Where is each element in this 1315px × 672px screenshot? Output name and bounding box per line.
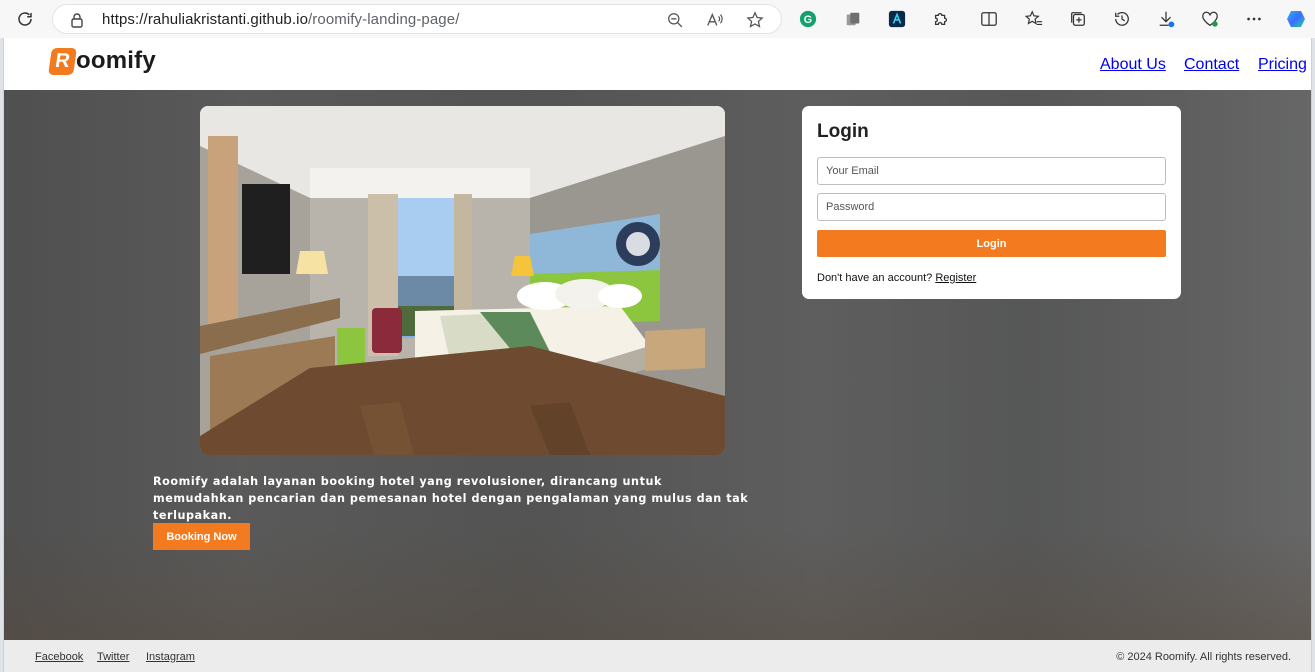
hero-description: Roomify adalah layanan booking hotel yan…: [153, 475, 749, 522]
hero-section: Roomify adalah layanan booking hotel yan…: [4, 90, 1311, 640]
grammarly-extension-icon[interactable]: G: [797, 8, 819, 30]
email-placeholder: Your Email: [826, 165, 879, 177]
browser-essentials-icon[interactable]: [1199, 8, 1221, 30]
svg-text:G: G: [804, 14, 812, 26]
site-footer: Facebook Twitter Instagram © 2024 Roomif…: [4, 640, 1311, 672]
read-aloud-icon[interactable]: [706, 11, 724, 29]
url-path: /roomify-landing-page/: [308, 11, 460, 28]
email-field[interactable]: Your Email: [817, 157, 1166, 185]
logo-mark: R: [48, 47, 77, 75]
copyright-text: © 2024 Roomify. All rights reserved.: [1116, 651, 1291, 663]
roomify-logo[interactable]: R oomify: [48, 47, 156, 75]
register-prompt-text: Don't have an account?: [817, 272, 933, 284]
footer-link-facebook[interactable]: Facebook: [35, 651, 83, 663]
browser-toolbar: https://rahuliakristanti.github.io/roomi…: [0, 0, 1315, 38]
nav-pricing[interactable]: Pricing: [1258, 56, 1307, 74]
login-button[interactable]: Login: [817, 230, 1166, 257]
login-card: Login Your Email Password Login Don't ha…: [802, 106, 1181, 299]
hotel-room-photo: [200, 106, 725, 455]
favorite-star-icon[interactable]: [746, 11, 764, 29]
favorites-icon[interactable]: [1023, 8, 1045, 30]
zoom-out-icon[interactable]: [666, 11, 684, 29]
ai-extension-icon[interactable]: [886, 8, 908, 30]
logo-text: oomify: [76, 47, 156, 74]
login-title: Login: [817, 121, 869, 142]
booking-now-button[interactable]: Booking Now: [153, 523, 250, 550]
address-bar[interactable]: https://rahuliakristanti.github.io/roomi…: [52, 4, 782, 34]
password-field[interactable]: Password: [817, 193, 1166, 221]
copilot-icon[interactable]: [1285, 8, 1307, 30]
extensions-puzzle-icon[interactable]: [930, 8, 952, 30]
footer-link-instagram[interactable]: Instagram: [146, 651, 195, 663]
url-host: https://rahuliakristanti.github.io: [102, 11, 309, 28]
split-screen-icon[interactable]: [978, 8, 1000, 30]
reload-icon[interactable]: [14, 8, 36, 30]
nav-about-us[interactable]: About Us: [1100, 56, 1166, 74]
collections-icon[interactable]: [1067, 8, 1089, 30]
footer-link-twitter[interactable]: Twitter: [97, 651, 129, 663]
extension-icon[interactable]: [842, 8, 864, 30]
lock-icon[interactable]: [69, 12, 85, 28]
site-header: R oomify About Us Contact Pricing: [4, 38, 1311, 90]
url-text[interactable]: https://rahuliakristanti.github.io/roomi…: [102, 11, 459, 28]
history-icon[interactable]: [1111, 8, 1133, 30]
register-prompt: Don't have an account? Register: [817, 272, 976, 284]
password-placeholder: Password: [826, 201, 875, 213]
page-viewport: R oomify About Us Contact Pricing Roomif…: [3, 38, 1312, 672]
downloads-icon[interactable]: [1155, 8, 1177, 30]
more-menu-icon[interactable]: [1243, 8, 1265, 30]
nav-contact[interactable]: Contact: [1184, 56, 1239, 74]
register-link[interactable]: Register: [935, 272, 976, 284]
